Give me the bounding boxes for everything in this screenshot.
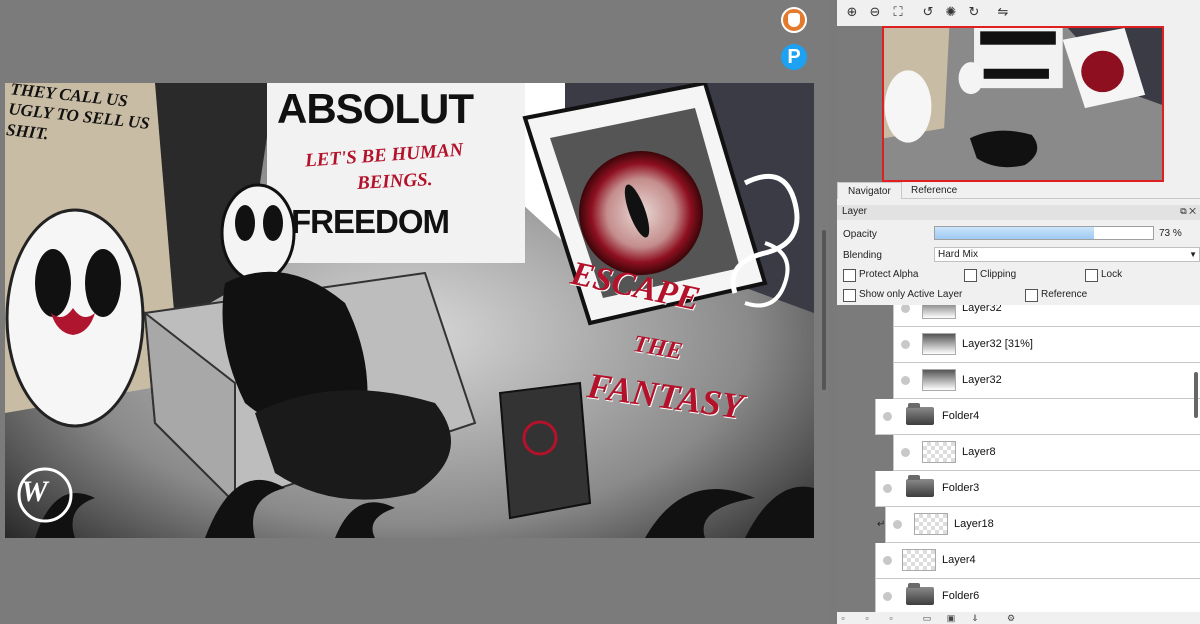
artwork-graphic [5, 83, 814, 538]
lock-checkbox[interactable]: Lock [1085, 269, 1122, 282]
tab-navigator[interactable]: Navigator [837, 182, 902, 199]
zoom-in-icon[interactable]: ⊕ [843, 4, 861, 22]
opacity-value: 73 % [1159, 228, 1182, 239]
user-avatar-button[interactable] [781, 7, 807, 33]
layer-thumbnail [914, 513, 948, 535]
chevron-down-icon: ▼ [1189, 250, 1197, 259]
reset-rotation-icon[interactable]: ✺ [942, 4, 960, 22]
folder-name: Folder4 [942, 410, 980, 422]
visibility-toggle-icon[interactable] [883, 556, 892, 565]
layer-row[interactable]: Layer32 [31%] [893, 327, 1200, 363]
layer-row[interactable]: Layer8 [893, 435, 1200, 471]
visibility-toggle-icon[interactable] [901, 448, 910, 457]
layer-row[interactable]: Layer18 [885, 507, 1200, 543]
opacity-slider-fill [935, 227, 1095, 239]
folder-icon [906, 403, 934, 425]
folder-icon [906, 475, 934, 497]
opacity-slider[interactable] [934, 226, 1154, 240]
layer-name: Layer4 [942, 554, 976, 566]
new-layer-icon[interactable]: ▫ [837, 612, 849, 624]
show-only-active-layer-checkbox[interactable]: Show only Active Layer [843, 289, 962, 302]
canvas-vertical-scrollbar[interactable] [822, 230, 826, 390]
layer-list-scrollbar[interactable] [1194, 372, 1198, 418]
layer-name: Layer32 [962, 374, 1002, 386]
rotate-left-icon[interactable]: ↺ [919, 4, 937, 22]
rotate-right-icon[interactable]: ↻ [965, 4, 983, 22]
new-text-layer-icon[interactable]: ▫ [885, 612, 897, 624]
pixiv-button[interactable]: P [781, 44, 807, 70]
blending-label: Blending [843, 250, 882, 261]
visibility-toggle-icon[interactable] [901, 376, 910, 385]
layer-panel-title: Layer [842, 206, 868, 217]
folder-name: Folder6 [942, 590, 980, 602]
visibility-toggle-icon[interactable] [893, 520, 902, 529]
visibility-toggle-icon[interactable] [883, 484, 892, 493]
duplicate-layer-icon[interactable]: ▣ [945, 612, 957, 624]
visibility-toggle-icon[interactable] [883, 592, 892, 601]
folder-row[interactable]: Folder3 [875, 471, 1200, 507]
reference-checkbox[interactable]: Reference [1025, 289, 1087, 302]
tab-reference[interactable]: Reference [901, 182, 967, 199]
right-panel: ⊕ ⊖ ⛶ ↺ ✺ ↻ ⇋ Navigator Reference Layer … [837, 0, 1200, 624]
layer-list[interactable]: Layer32 Layer32 [31%] Layer32 Folder4 La… [837, 305, 1200, 612]
clipping-checkbox[interactable]: Clipping [964, 269, 1016, 282]
new-halftone-layer-icon[interactable]: ▫ [861, 612, 873, 624]
layer-name: Layer18 [954, 518, 994, 530]
visibility-toggle-icon[interactable] [901, 340, 910, 349]
navigator-tabs: Navigator Reference [837, 182, 1200, 199]
protect-alpha-checkbox[interactable]: Protect Alpha [843, 269, 918, 282]
layer-thumbnail [922, 441, 956, 463]
opacity-label: Opacity [843, 229, 877, 240]
artwork-canvas[interactable]: ABSOLUT FREEDOM LET'S BE HUMAN BEINGS. T… [5, 83, 814, 538]
layer-settings-icon[interactable]: ⚙ [1005, 612, 1017, 624]
new-folder-icon[interactable]: ▭ [921, 612, 933, 624]
navigator-thumbnail[interactable] [882, 26, 1164, 182]
visibility-toggle-icon[interactable] [883, 412, 892, 421]
layer-name: Layer32 [962, 305, 1002, 314]
layer-thumbnail [902, 549, 936, 571]
merge-down-icon[interactable]: ⇓ [969, 612, 981, 624]
flip-horizontal-icon[interactable]: ⇋ [994, 4, 1012, 22]
blending-mode-select[interactable]: Hard Mix ▼ [934, 247, 1200, 262]
layer-row[interactable]: Layer4 [875, 543, 1200, 579]
blending-mode-value: Hard Mix [938, 249, 979, 260]
folder-name: Folder3 [942, 482, 980, 494]
zoom-out-icon[interactable]: ⊖ [866, 4, 884, 22]
navigator-thumbnail-graphic [884, 28, 1162, 180]
layer-row[interactable]: Layer32 [893, 363, 1200, 399]
navigator-preview[interactable] [837, 26, 1164, 182]
folder-row[interactable]: Folder4 [875, 399, 1200, 435]
panel-window-controls-icon[interactable]: ⧉ ✕ [1180, 206, 1196, 217]
layer-thumbnail [922, 305, 956, 319]
clipping-arrow-icon: ↵ [877, 519, 886, 530]
layer-name: Layer32 [31%] [962, 338, 1033, 350]
layer-actions-bar: ▫ ▫ ▫ ▭ ▣ ⇓ ⚙ [837, 612, 1200, 624]
layer-name: Layer8 [962, 446, 996, 458]
folder-icon [906, 583, 934, 605]
folder-row[interactable]: Folder6 [875, 579, 1200, 612]
layer-thumbnail [922, 369, 956, 391]
fit-screen-icon[interactable]: ⛶ [889, 4, 907, 22]
visibility-toggle-icon[interactable] [901, 305, 910, 313]
canvas-area[interactable]: ABSOLUT FREEDOM LET'S BE HUMAN BEINGS. T… [0, 0, 828, 624]
layer-panel-header: Layer ⧉ ✕ [837, 205, 1200, 220]
layer-row[interactable]: Layer32 [893, 305, 1200, 327]
navigator-toolbar: ⊕ ⊖ ⛶ ↺ ✺ ↻ ⇋ [837, 0, 1200, 26]
layer-thumbnail [922, 333, 956, 355]
avatar-icon [788, 13, 800, 27]
